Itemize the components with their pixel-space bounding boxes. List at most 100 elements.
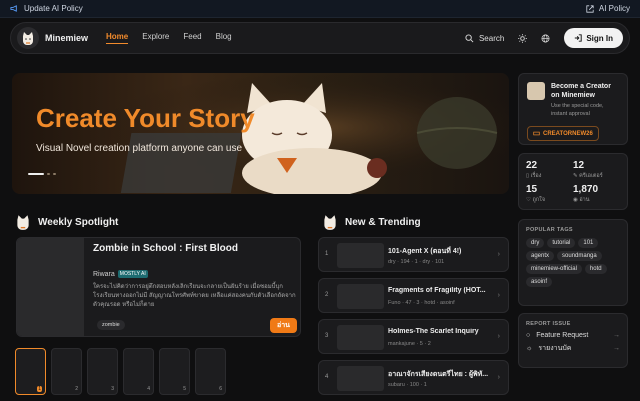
stat-label: ✎ ครีเอเตอร์ — [573, 173, 603, 179]
trend-title: อาณาจักรเสียงดนตรีไทย : ผู้พิทั... — [388, 371, 489, 378]
arrow-right-icon: → — [613, 345, 620, 352]
ticket-icon — [533, 131, 540, 136]
spotlight-tag[interactable]: zombie — [97, 320, 125, 330]
thumbnail-item[interactable]: 1 — [15, 348, 46, 395]
thumb-number: 6 — [219, 386, 222, 392]
trend-rank: 2 — [325, 292, 329, 298]
weekly-spotlight-heading: Weekly Spotlight — [14, 213, 118, 231]
search-button[interactable]: Search — [465, 34, 504, 43]
ai-policy-notice[interactable]: Update AI Policy — [10, 4, 83, 13]
thumbnail-item[interactable]: 3 — [87, 348, 118, 395]
trending-item[interactable]: 4 อาณาจักรเสียงดนตรีไทย : ผู้พิทั... sub… — [318, 360, 509, 395]
spotlight-author: Riwara MOSTLY AI — [93, 270, 148, 278]
chevron-right-icon: › — [497, 292, 500, 299]
stat-number: 1,870 — [573, 184, 599, 195]
trend-meta: Funo · 47 · 3 · hotd · asoinf — [388, 300, 455, 306]
trend-meta: mankajune · 5 · 2 — [388, 341, 431, 347]
stat-stories: 22 ▯ เรื่อง — [526, 160, 573, 180]
trend-rank: 3 — [325, 333, 329, 339]
chevron-right-icon: › — [497, 333, 500, 340]
trending-item[interactable]: 2 Fragments of Fragility (HOT... Funo · … — [318, 278, 509, 313]
stat-label: ▯ เรื่อง — [526, 173, 542, 179]
section-title: New & Trending — [345, 216, 421, 228]
logo[interactable] — [17, 27, 39, 49]
creator-desc: Use the special code, instant approval — [551, 103, 604, 117]
stat-number: 22 — [526, 160, 538, 171]
sun-icon[interactable] — [518, 33, 528, 43]
trend-title: 101-Agent X (ตอนที่ 4!) — [388, 248, 462, 255]
main-navbar: Minemiew Home Explore Feed Blog Search S… — [10, 22, 630, 54]
trending-item[interactable]: 1 101-Agent X (ตอนที่ 4!) dry · 194 · 1 … — [318, 237, 509, 272]
tag-chip[interactable]: 101 — [578, 238, 599, 248]
carousel-dot[interactable] — [53, 173, 56, 175]
trend-title: Fragments of Fragility (HOT... — [388, 287, 486, 294]
feature-request-link[interactable]: ○ Feature Request → — [526, 332, 620, 339]
trend-cover — [337, 284, 384, 309]
stat-creators: 12 ✎ ครีเอเตอร์ — [573, 160, 620, 180]
trending-item[interactable]: 3 Holmes-The Scarlet Inquiry mankajune ·… — [318, 319, 509, 354]
stat-label: ♡ ถูกใจ — [526, 197, 546, 203]
arrow-right-icon: → — [613, 332, 620, 339]
sign-in-button[interactable]: Sign In — [564, 28, 623, 48]
brand-name[interactable]: Minemiew — [45, 33, 88, 43]
thumb-number: 3 — [111, 386, 114, 392]
new-trending-heading: New & Trending — [321, 213, 421, 231]
nav-blog[interactable]: Blog — [216, 32, 232, 44]
nav-home[interactable]: Home — [106, 32, 129, 44]
section-title: Weekly Spotlight — [38, 216, 119, 228]
carousel-dot-active[interactable] — [28, 173, 44, 175]
stat-number: 12 — [573, 160, 585, 171]
bulb-icon: ○ — [526, 332, 531, 339]
thumb-number: 2 — [75, 386, 78, 392]
tag-chip[interactable]: hotd — [584, 264, 607, 274]
bug-icon: ☼ — [526, 345, 533, 352]
cat-mascot-icon — [17, 215, 29, 230]
tag-chip[interactable]: soundmanga — [557, 251, 602, 261]
popular-tags-card: POPULAR TAGS dry tutorial 101 agentx sou… — [518, 219, 628, 306]
nav-explore[interactable]: Explore — [142, 32, 169, 44]
search-icon — [465, 33, 474, 42]
author-name[interactable]: Riwara — [93, 271, 115, 278]
stat-number: 15 — [526, 184, 538, 195]
trend-cover — [337, 325, 384, 350]
bug-report-link[interactable]: ☼ รายงานบัค → — [526, 343, 620, 354]
spotlight-description: ใครจะไปคิดว่าการอยู่ตึกสอบหลังเลิกเรียนจ… — [93, 284, 296, 308]
thumbnail-item[interactable]: 4 — [123, 348, 154, 395]
spotlight-card[interactable]: Zombie in School : First Blood Riwara MO… — [16, 237, 301, 337]
chevron-right-icon: › — [497, 374, 500, 381]
nav-feed[interactable]: Feed — [183, 32, 201, 44]
tag-chip[interactable]: agentx — [526, 251, 555, 261]
trend-meta: subaru · 100 · 1 — [388, 382, 427, 388]
trend-rank: 4 — [325, 374, 329, 380]
hero-banner[interactable]: Create Your Story Visual Novel creation … — [12, 73, 509, 194]
ai-policy-link[interactable]: AI Policy — [586, 4, 630, 13]
tag-chip[interactable]: minemiew-official — [526, 264, 582, 274]
tag-chip[interactable]: asoinf — [526, 277, 553, 287]
thumb-number: 1 — [37, 386, 42, 392]
report-label: Feature Request — [536, 332, 589, 339]
hero-title: Create Your Story — [36, 103, 255, 133]
stat-reads: 1,870 ◉ อ่าน — [573, 184, 620, 204]
announcement-bar: Update AI Policy AI Policy — [0, 0, 640, 18]
spotlight-title[interactable]: Zombie in School : First Blood — [93, 243, 238, 254]
thumbnail-item[interactable]: 2 — [51, 348, 82, 395]
thumbnail-item[interactable]: 6 — [195, 348, 226, 395]
creator-promo-card: Become a Creator on Minemiew Use the spe… — [518, 73, 628, 145]
search-label: Search — [478, 33, 505, 43]
report-title: REPORT ISSUE — [526, 321, 571, 327]
spotlight-cover[interactable] — [17, 238, 84, 336]
trending-list: 1 101-Agent X (ตอนที่ 4!) dry · 194 · 1 … — [318, 237, 509, 401]
tag-chip[interactable]: dry — [526, 238, 545, 248]
ai-badge: MOSTLY AI — [117, 270, 148, 278]
trend-title: Holmes-The Scarlet Inquiry — [388, 328, 479, 335]
report-label: รายงานบัค — [538, 345, 572, 352]
creator-code-button[interactable]: CREATORNEW26 — [527, 126, 599, 141]
read-button[interactable]: อ่าน — [270, 318, 297, 333]
cat-logo-icon — [23, 32, 33, 45]
thumbnail-item[interactable]: 5 — [159, 348, 190, 395]
ai-policy-text: AI Policy — [598, 4, 630, 13]
spotlight-thumbnails: 1 2 3 4 5 6 — [15, 348, 226, 395]
globe-icon[interactable] — [541, 34, 550, 43]
tag-chip[interactable]: tutorial — [547, 238, 576, 248]
carousel-dot[interactable] — [47, 173, 50, 175]
